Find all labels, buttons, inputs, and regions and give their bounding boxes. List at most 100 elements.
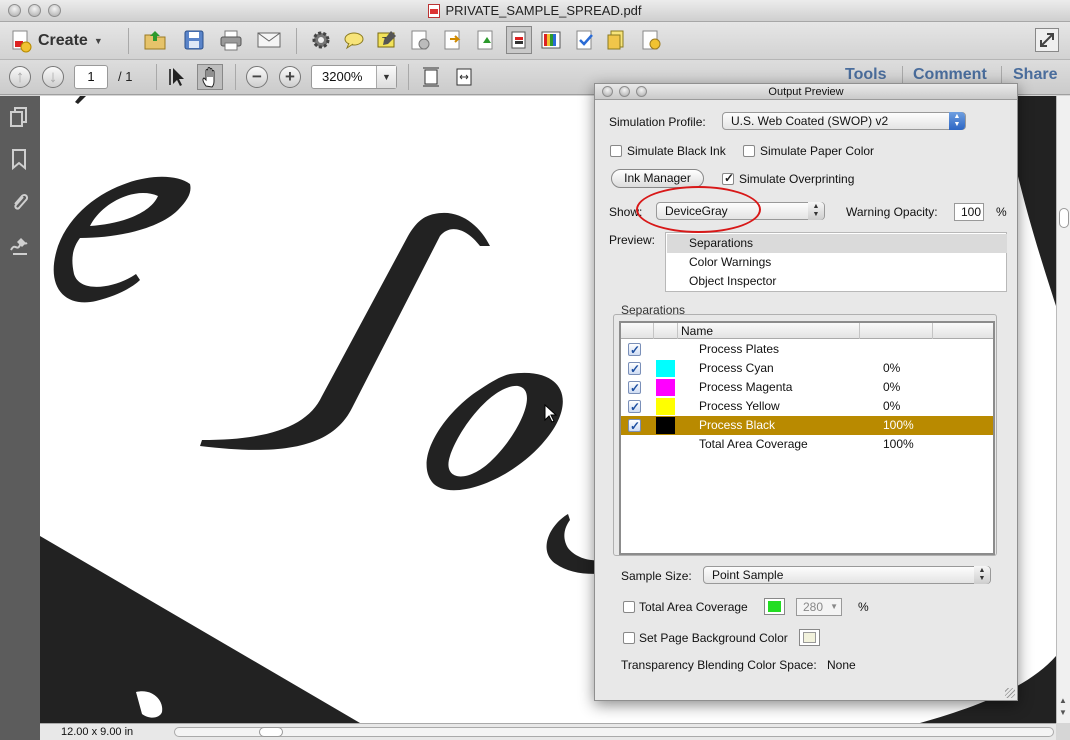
comment-icon[interactable]: [342, 28, 366, 52]
transparency-blending-label: Transparency Blending Color Space:: [621, 658, 817, 672]
coverage-color-swatch[interactable]: [764, 598, 785, 615]
separation-name: Process Cyan: [699, 361, 774, 375]
zoom-window-icon[interactable]: [48, 4, 61, 17]
signatures-icon[interactable]: [8, 234, 30, 256]
simulation-profile-label: Simulation Profile:: [609, 115, 706, 129]
share-link[interactable]: Share: [1013, 66, 1057, 84]
open-folder-icon[interactable]: [143, 28, 167, 52]
preview-option-separations[interactable]: Separations: [667, 234, 1007, 253]
minus-icon: −: [252, 67, 262, 86]
row-checkbox[interactable]: [628, 398, 641, 417]
zoom-level-input[interactable]: 3200% ▼: [311, 65, 397, 89]
simulate-paper-color-checkbox[interactable]: [743, 145, 755, 157]
close-dialog-icon[interactable]: [602, 86, 613, 97]
fullscreen-icon[interactable]: [1035, 28, 1059, 52]
coverage-value-combo[interactable]: 280 ▼: [796, 598, 842, 616]
row-checkbox[interactable]: [628, 341, 641, 360]
simulate-paper-color-label: Simulate Paper Color: [760, 144, 875, 158]
mouse-cursor-icon: [544, 404, 558, 423]
chevron-down-icon[interactable]: ▼: [376, 66, 396, 88]
coverage-value: 280: [803, 600, 824, 614]
navigation-pane: [0, 96, 40, 740]
pages-icon[interactable]: [8, 106, 30, 128]
total-area-coverage-checkbox[interactable]: [623, 601, 635, 613]
sample-size-select[interactable]: Point Sample ▲ ▼: [703, 566, 991, 584]
preview-option-object-inspector[interactable]: Object Inspector: [667, 272, 1007, 291]
create-button[interactable]: Create ▼: [10, 28, 103, 54]
page-background-swatch[interactable]: [799, 629, 820, 646]
color-bars-icon[interactable]: [539, 28, 563, 52]
cyan-swatch: [656, 360, 675, 377]
sample-size-value: Point Sample: [712, 568, 784, 582]
select-tool-icon[interactable]: [166, 65, 190, 89]
ink-manager-button[interactable]: Ink Manager: [611, 169, 704, 188]
dialog-titlebar: Output Preview: [595, 84, 1017, 100]
output-preview-dialog: Output Preview Simulation Profile: U.S. …: [594, 83, 1018, 701]
next-page-button[interactable]: ↓: [42, 66, 64, 88]
comment-link[interactable]: Comment: [913, 66, 987, 84]
attachments-icon[interactable]: [8, 191, 30, 213]
table-row[interactable]: Total Area Coverage 100%: [621, 435, 993, 454]
horizontal-scroll-thumb[interactable]: [259, 727, 283, 737]
separation-percent: 100%: [883, 418, 914, 432]
minimize-dialog-icon[interactable]: [619, 86, 630, 97]
email-icon[interactable]: [257, 28, 281, 52]
previous-page-button[interactable]: ↑: [9, 66, 31, 88]
table-row[interactable]: Process Yellow 0%: [621, 397, 993, 417]
row-checkbox[interactable]: [628, 360, 641, 379]
toolbar-divider: [408, 64, 409, 90]
table-row-selected[interactable]: Process Black 100%: [621, 416, 993, 436]
zoom-dialog-icon[interactable]: [636, 86, 647, 97]
table-row[interactable]: Process Magenta 0%: [621, 378, 993, 398]
create-label: Create: [38, 32, 88, 49]
header-name[interactable]: Name: [677, 323, 859, 339]
bookmarks-icon[interactable]: [8, 148, 30, 171]
zoom-in-button[interactable]: +: [279, 66, 301, 88]
set-page-background-checkbox[interactable]: [623, 632, 635, 644]
page-number-input[interactable]: 1: [74, 65, 108, 89]
gear-icon[interactable]: [309, 28, 333, 52]
scroll-up-icon[interactable]: ▲: [1059, 696, 1067, 705]
table-row[interactable]: Process Cyan 0%: [621, 359, 993, 379]
separation-name: Total Area Coverage: [699, 437, 808, 451]
separations-table: Name Process Plates Process Cyan 0% Proc…: [619, 321, 995, 555]
preflight-icon[interactable]: [573, 28, 597, 52]
resize-grip-icon[interactable]: [1005, 688, 1015, 698]
zoom-out-button[interactable]: −: [246, 66, 268, 88]
highlight-icon[interactable]: T: [375, 28, 399, 52]
simulate-black-ink-checkbox[interactable]: [610, 145, 622, 157]
separation-name: Process Plates: [699, 342, 780, 356]
scroll-down-icon[interactable]: ▼: [1059, 708, 1067, 717]
row-checkbox[interactable]: [628, 417, 641, 436]
warning-opacity-input[interactable]: 100: [954, 203, 984, 221]
vertical-scroll-thumb[interactable]: [1059, 208, 1069, 228]
fit-width-icon[interactable]: [452, 65, 476, 89]
table-row[interactable]: Process Plates: [621, 340, 993, 360]
save-icon[interactable]: [182, 28, 206, 52]
preview-label: Preview:: [609, 233, 656, 247]
tools-link[interactable]: Tools: [845, 66, 886, 84]
preview-option-color-warnings[interactable]: Color Warnings: [667, 253, 1007, 272]
sample-size-label: Sample Size:: [621, 569, 692, 583]
separation-name: Process Black: [699, 418, 776, 432]
yellow-swatch: [656, 398, 675, 415]
simulation-profile-select[interactable]: U.S. Web Coated (SWOP) v2 ▲ ▼: [722, 112, 966, 130]
close-window-icon[interactable]: [8, 4, 21, 17]
print-icon[interactable]: [219, 28, 243, 52]
minimize-window-icon[interactable]: [28, 4, 41, 17]
ink-icon[interactable]: [639, 28, 663, 52]
fix-icon[interactable]: [605, 28, 629, 52]
export-icon[interactable]: [441, 28, 465, 52]
separation-percent: 0%: [883, 399, 901, 413]
horizontal-scrollbar[interactable]: [174, 727, 1054, 737]
stamp-icon[interactable]: [408, 28, 432, 52]
row-checkbox[interactable]: [628, 379, 641, 398]
vertical-scrollbar[interactable]: ▲ ▼: [1056, 96, 1070, 723]
simulate-overprinting-label: Simulate Overprinting: [739, 172, 855, 186]
hand-tool-icon[interactable]: [197, 64, 223, 90]
toolbar-divider: [128, 28, 129, 54]
output-preview-icon[interactable]: [506, 26, 532, 54]
convert-icon[interactable]: [474, 28, 498, 52]
fit-page-icon[interactable]: [419, 65, 443, 89]
simulate-overprinting-checkbox[interactable]: [722, 171, 734, 185]
